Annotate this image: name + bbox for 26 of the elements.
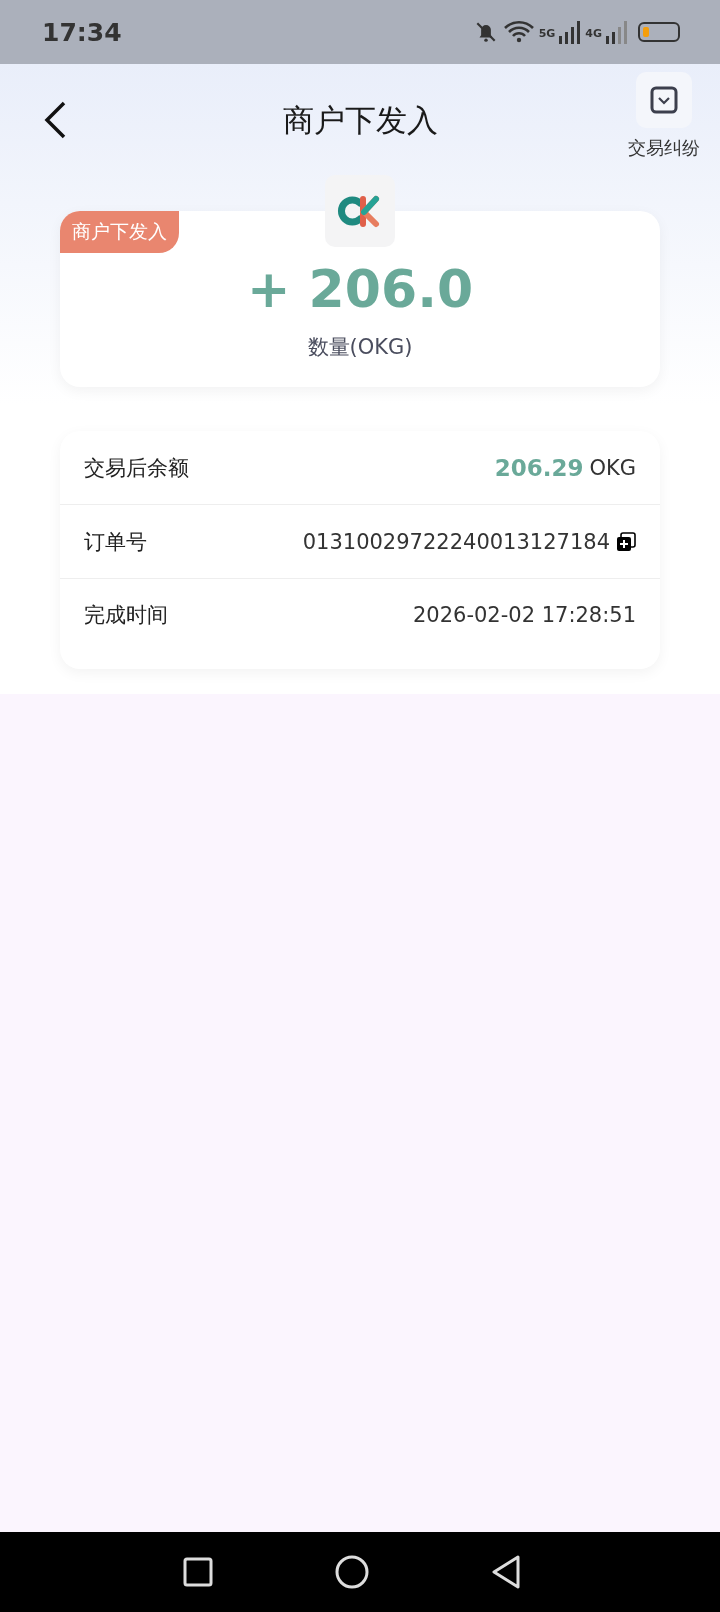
- dispute-button[interactable]: [636, 72, 692, 128]
- copy-icon[interactable]: [616, 531, 636, 552]
- status-time: 17:34: [42, 17, 122, 47]
- detail-label: 交易后余额: [84, 454, 189, 482]
- page-title: 商户下发入: [282, 101, 438, 140]
- detail-label: 订单号: [84, 528, 147, 556]
- balance-value: 206.29: [494, 454, 584, 481]
- detail-value: 2026-02-02 17:28:51: [412, 603, 636, 627]
- wifi-icon: [502, 19, 535, 45]
- back-icon[interactable]: [42, 100, 68, 140]
- dropdown-box-icon: [650, 86, 678, 114]
- back-icon[interactable]: [491, 1555, 521, 1589]
- type-badge: 商户下发入: [60, 211, 179, 253]
- balance-unit: OKG: [589, 455, 636, 480]
- dispute-label[interactable]: 交易纠纷: [628, 136, 700, 160]
- detail-label: 完成时间: [84, 602, 168, 629]
- home-icon[interactable]: [335, 1555, 369, 1589]
- signal-icon: [606, 20, 628, 44]
- recent-apps-icon[interactable]: [183, 1557, 213, 1587]
- signal-icon: [559, 20, 582, 44]
- battery-icon: [638, 22, 680, 42]
- order-number: 01310029722240013127184: [302, 529, 610, 554]
- amount-unit: 数量(OKG): [307, 334, 413, 361]
- amount: + 206.0: [246, 259, 474, 319]
- network-label: 5G: [538, 27, 556, 40]
- network-label: 4G: [585, 27, 602, 40]
